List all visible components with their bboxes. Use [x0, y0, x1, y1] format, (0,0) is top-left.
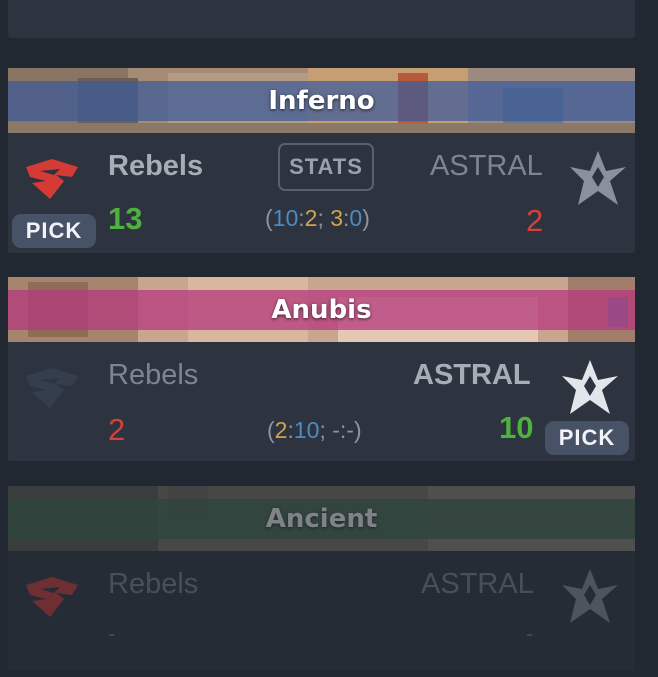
- team2-score: -: [526, 621, 534, 646]
- rebels-logo-icon: [26, 159, 78, 199]
- previous-card: [8, 0, 635, 38]
- rebels-logo-icon: [26, 577, 78, 617]
- map-banner-anubis: Anubis: [8, 277, 635, 342]
- team1-name: Rebels: [108, 568, 199, 600]
- map-banner-inferno: Inferno: [8, 68, 635, 133]
- team1-score: -: [108, 621, 116, 646]
- team1-score: 2: [108, 412, 126, 447]
- map-card-anubis: Anubis Rebels ASTRAL 2 (2:10; -:-) 10 PI…: [8, 277, 635, 461]
- team1-name: Rebels: [108, 359, 199, 391]
- map-name: Inferno: [268, 86, 375, 116]
- stats-button[interactable]: STATS: [278, 143, 374, 191]
- map-name: Ancient: [265, 504, 378, 534]
- map-card-inferno: Inferno Rebels STATS ASTRAL 13 (10:2; 3:…: [8, 68, 635, 253]
- map-banner-ancient: Ancient: [8, 486, 635, 551]
- map-card-ancient: Ancient Rebels ASTRAL - -: [8, 486, 635, 671]
- pick-badge-team2: PICK: [545, 421, 629, 455]
- team1-score: 13: [108, 201, 143, 236]
- pick-badge-team1: PICK: [12, 214, 96, 248]
- astral-logo-icon: [562, 569, 618, 623]
- astral-logo-icon: [570, 151, 626, 205]
- half-scores: (2:10; -:-): [267, 417, 362, 443]
- team2-score: 10: [499, 410, 534, 445]
- team1-name: Rebels: [108, 150, 204, 182]
- rebels-logo-icon: [26, 368, 78, 408]
- astral-logo-icon: [562, 360, 618, 414]
- half-scores: (10:2; 3:0): [265, 205, 370, 231]
- team2-name: ASTRAL: [430, 150, 543, 182]
- team2-score: 2: [526, 203, 544, 238]
- map-name: Anubis: [271, 295, 372, 325]
- team2-name: ASTRAL: [413, 359, 531, 391]
- team2-name: ASTRAL: [421, 568, 534, 600]
